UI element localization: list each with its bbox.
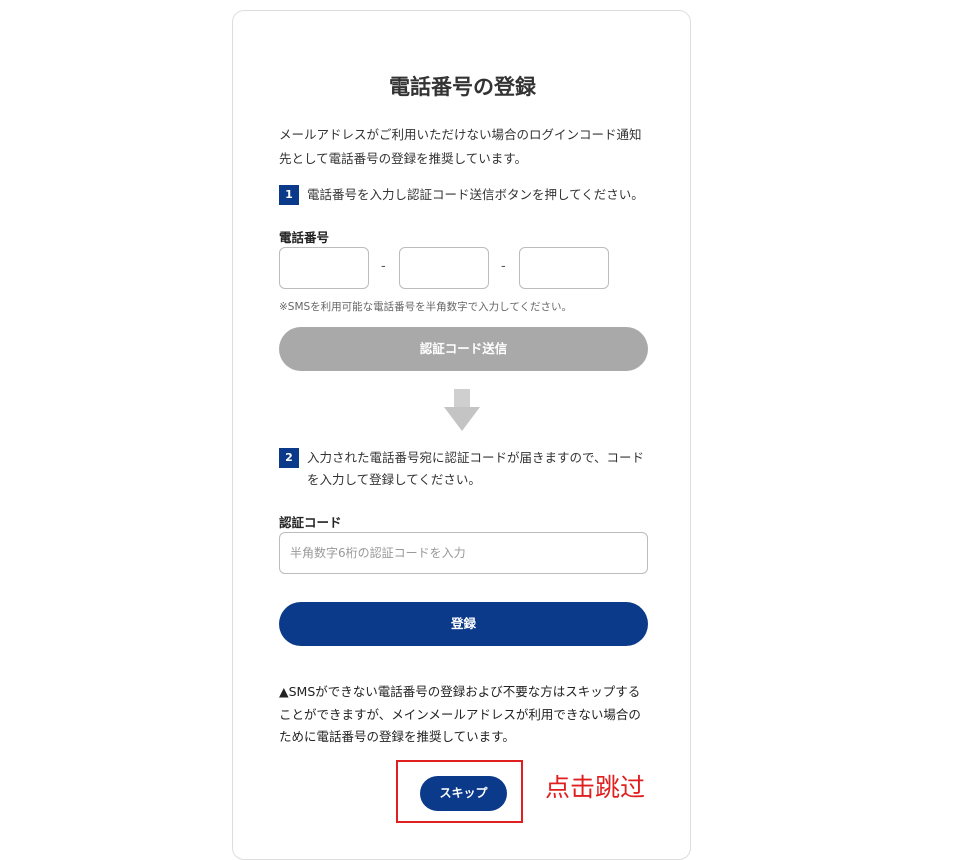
register-button[interactable]: 登録 — [279, 602, 648, 646]
step-1: 1 電話番号を入力し認証コード送信ボタンを押してください。 — [279, 184, 651, 206]
send-code-button[interactable]: 認証コード送信 — [279, 327, 648, 371]
step-1-badge: 1 — [279, 185, 299, 205]
phone-separator-2: - — [501, 259, 506, 274]
step-2: 2 入力された電話番号宛に認証コードが届きますので、コードを入力して登録してくだ… — [279, 447, 651, 491]
phone-note: ※SMSを利用可能な電話番号を半角数字で入力してください。 — [279, 301, 573, 313]
intro-text: メールアドレスがご利用いただけない場合のログインコード通知先として電話番号の登録… — [279, 127, 642, 166]
step-2-badge: 2 — [279, 448, 299, 468]
phone-label: 電話番号 — [279, 230, 330, 245]
phone-input-3[interactable] — [519, 247, 609, 289]
registration-card: 電話番号の登録 メールアドレスがご利用いただけない場合のログインコード通知先とし… — [232, 10, 691, 860]
step-1-text: 電話番号を入力し認証コード送信ボタンを押してください。 — [307, 187, 644, 202]
skip-warning-text: ▲SMSができない電話番号の登録および不要な方はスキップすることができますが、メ… — [279, 684, 641, 744]
skip-highlight-box — [396, 760, 523, 823]
phone-input-2[interactable] — [399, 247, 489, 289]
phone-input-1[interactable] — [279, 247, 369, 289]
code-input[interactable]: 半角数字6桁の認証コードを入力 — [279, 532, 648, 574]
step-2-text: 入力された電話番号宛に認証コードが届きますので、コードを入力して登録してください… — [307, 450, 645, 487]
phone-separator-1: - — [381, 259, 386, 274]
code-label: 認証コード — [279, 515, 342, 530]
skip-annotation: 点击跳过 — [545, 773, 646, 802]
down-arrow-icon — [444, 389, 480, 431]
page-title: 電話番号の登録 — [389, 75, 536, 99]
